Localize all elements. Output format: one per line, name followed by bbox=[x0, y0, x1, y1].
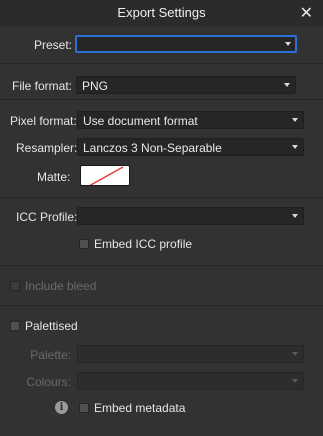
matte-color-swatch[interactable] bbox=[80, 165, 130, 186]
chevron-down-icon bbox=[292, 118, 298, 122]
palettised-label: Palettised bbox=[25, 319, 78, 333]
chevron-down-icon bbox=[292, 145, 298, 149]
embed-icc-label: Embed ICC profile bbox=[94, 237, 193, 251]
colours-label: Colours: bbox=[26, 375, 71, 389]
close-icon[interactable]: ✕ bbox=[300, 3, 313, 23]
icc-profile-label: ICC Profile: bbox=[16, 210, 78, 224]
section-divider bbox=[0, 197, 323, 198]
palettised-checkbox[interactable] bbox=[10, 321, 20, 331]
pixel-format-value: Use document format bbox=[83, 114, 198, 128]
preset-label: Preset: bbox=[34, 38, 73, 52]
window-title: Export Settings bbox=[117, 5, 206, 20]
include-bleed-label: Include bleed bbox=[25, 279, 97, 293]
include-bleed-checkbox[interactable] bbox=[10, 281, 20, 291]
icc-profile-select[interactable] bbox=[77, 207, 304, 225]
embed-icc-checkbox[interactable] bbox=[79, 239, 89, 249]
chevron-down-icon bbox=[292, 352, 298, 356]
file-format-label: File format: bbox=[12, 79, 73, 93]
info-icon[interactable]: i bbox=[55, 401, 68, 414]
section-divider bbox=[0, 63, 323, 64]
preset-select[interactable] bbox=[75, 35, 297, 53]
embed-metadata-label: Embed metadata bbox=[94, 401, 186, 415]
file-format-value: PNG bbox=[82, 79, 109, 93]
resampler-value: Lanczos 3 Non-Separable bbox=[83, 141, 222, 155]
chevron-down-icon bbox=[284, 83, 290, 87]
resampler-select[interactable]: Lanczos 3 Non-Separable bbox=[77, 138, 304, 156]
chevron-down-icon bbox=[285, 42, 291, 46]
chevron-down-icon bbox=[292, 214, 298, 218]
palette-label: Palette: bbox=[30, 348, 71, 362]
no-color-icon bbox=[89, 166, 124, 185]
section-divider bbox=[0, 99, 323, 100]
chevron-down-icon bbox=[292, 379, 298, 383]
colours-select[interactable] bbox=[77, 372, 304, 390]
section-divider bbox=[0, 265, 323, 266]
matte-label: Matte: bbox=[37, 170, 71, 184]
embed-metadata-checkbox[interactable] bbox=[79, 403, 89, 413]
title-bar: Export Settings ✕ bbox=[0, 0, 323, 26]
pixel-format-label: Pixel format: bbox=[10, 114, 77, 128]
resampler-label: Resampler: bbox=[16, 141, 78, 155]
pixel-format-select[interactable]: Use document format bbox=[77, 111, 304, 129]
file-format-select[interactable]: PNG bbox=[76, 76, 296, 94]
palette-select[interactable] bbox=[77, 345, 304, 363]
section-divider bbox=[0, 305, 323, 306]
